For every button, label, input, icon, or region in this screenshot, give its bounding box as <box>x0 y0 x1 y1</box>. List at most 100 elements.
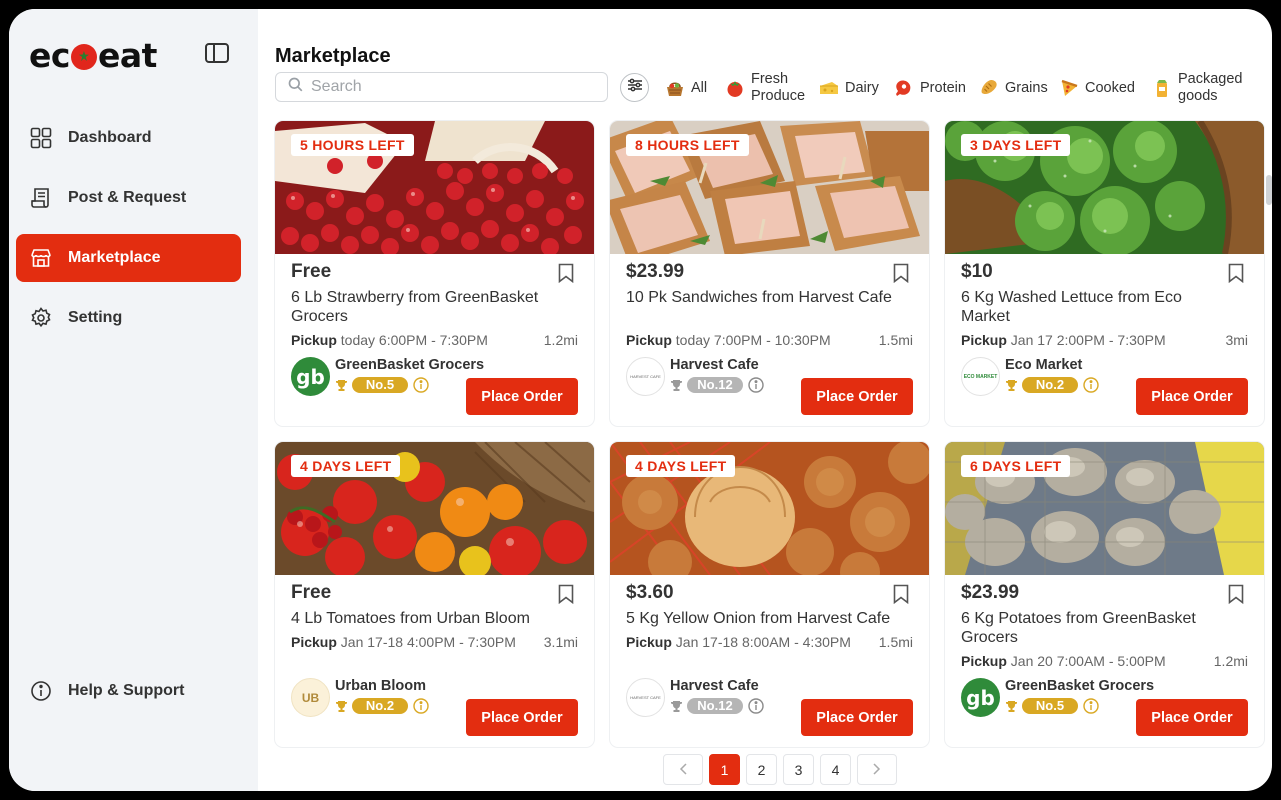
bookmark-icon[interactable] <box>893 263 909 284</box>
meat-icon <box>894 78 914 98</box>
trophy-icon <box>335 700 348 713</box>
pagination: 1 2 3 4 <box>663 754 903 785</box>
info-icon[interactable] <box>748 377 764 393</box>
distance: 1.2mi <box>1213 653 1248 669</box>
info-icon[interactable] <box>1083 698 1099 714</box>
time-left-badge: 6 DAYS LEFT <box>961 455 1071 477</box>
listing-title[interactable]: 5 Kg Yellow Onion from Harvest Cafe <box>626 609 916 628</box>
pickup-info: Pickup today 7:00PM - 10:30PM <box>626 332 831 348</box>
sidebar-item-help-support[interactable]: Help & Support <box>16 667 241 715</box>
rank-badge: No.5 <box>352 377 408 393</box>
place-order-button[interactable]: Place Order <box>466 378 578 415</box>
sidebar-item-label: Setting <box>68 309 123 326</box>
category-label: Packaged goods <box>1178 71 1243 104</box>
info-icon[interactable] <box>748 698 764 714</box>
pizza-icon <box>1059 78 1079 98</box>
listing-card[interactable]: 6 DAYS LEFT $23.99 6 Kg Potatoes from Gr… <box>945 442 1264 747</box>
device-frame: ec eat Dashboard Post & Request Marketpla… <box>0 0 1281 800</box>
sidebar-item-post-request[interactable]: Post & Request <box>16 174 241 222</box>
time-left-badge: 5 HOURS LEFT <box>291 134 414 156</box>
search-box[interactable] <box>275 72 608 102</box>
listing-title[interactable]: 4 Lb Tomatoes from Urban Bloom <box>291 609 581 628</box>
category-fresh-produce[interactable]: Fresh Produce <box>725 71 811 105</box>
bookmark-icon[interactable] <box>558 263 574 284</box>
sidebar-item-label: Post & Request <box>68 189 187 206</box>
category-label: Protein <box>920 79 966 96</box>
page-button[interactable]: 1 <box>709 754 740 785</box>
bookmark-icon[interactable] <box>1228 263 1244 284</box>
bookmark-icon[interactable] <box>558 584 574 605</box>
place-order-button[interactable]: Place Order <box>1136 699 1248 736</box>
listing-title[interactable]: 6 Lb Strawberry from GreenBasket Grocers <box>291 288 581 326</box>
category-all[interactable]: All <box>665 71 707 105</box>
category-label: Cooked <box>1085 79 1135 96</box>
listing-card[interactable]: 5 HOURS LEFT Free 6 Lb Strawberry from G… <box>275 121 594 426</box>
bookmark-icon[interactable] <box>1228 584 1244 605</box>
seller-rank: No.5 <box>1005 698 1099 714</box>
pickup-time: Jan 17-18 4:00PM - 7:30PM <box>340 634 516 650</box>
info-icon <box>30 680 52 702</box>
seller-name[interactable]: Eco Market <box>1005 357 1082 373</box>
category-grains[interactable]: Grains <box>979 71 1048 105</box>
ecoeat-logo[interactable]: ec eat <box>29 35 157 75</box>
filter-button[interactable] <box>620 73 649 102</box>
sidebar-item-dashboard[interactable]: Dashboard <box>16 114 241 162</box>
seller-logo-greenbasket[interactable]: gb <box>291 357 330 396</box>
scrollbar-thumb[interactable] <box>1266 175 1272 205</box>
sidebar-toggle-icon[interactable] <box>205 43 229 63</box>
seller-logo-greenbasket[interactable]: gb <box>961 678 1000 717</box>
next-page-button[interactable] <box>857 754 897 785</box>
sidebar-item-marketplace[interactable]: Marketplace <box>16 234 241 282</box>
page-button[interactable]: 3 <box>783 754 814 785</box>
search-input[interactable] <box>311 78 591 96</box>
listing-price: $23.99 <box>961 582 1020 603</box>
category-packaged-goods[interactable]: Packaged goods <box>1152 71 1250 105</box>
pickup-time: Jan 17-18 8:00AM - 4:30PM <box>675 634 851 650</box>
gear-icon <box>30 307 52 329</box>
seller-logo-harvest[interactable]: HARVEST CAFE <box>626 678 665 717</box>
listing-card[interactable]: 3 DAYS LEFT $10 6 Kg Washed Lettuce from… <box>945 121 1264 426</box>
package-icon <box>1152 78 1172 98</box>
store-icon <box>30 247 52 269</box>
place-order-button[interactable]: Place Order <box>466 699 578 736</box>
seller-rank: No.12 <box>670 377 764 393</box>
listing-title[interactable]: 6 Kg Potatoes from GreenBasket Grocers <box>961 609 1251 647</box>
app-screen: ec eat Dashboard Post & Request Marketpla… <box>9 9 1272 791</box>
seller-logo-eco-market[interactable]: ECO MARKET <box>961 357 1000 396</box>
place-order-button[interactable]: Place Order <box>801 378 913 415</box>
info-icon[interactable] <box>413 377 429 393</box>
category-protein[interactable]: Protein <box>894 71 966 105</box>
listing-price: $10 <box>961 261 993 282</box>
seller-logo-harvest[interactable]: HARVEST CAFE <box>626 357 665 396</box>
category-dairy[interactable]: Dairy <box>819 71 879 105</box>
listing-card[interactable]: 8 HOURS LEFT $23.99 10 Pk Sandwiches fro… <box>610 121 929 426</box>
sidebar-item-setting[interactable]: Setting <box>16 294 241 342</box>
seller-name[interactable]: GreenBasket Grocers <box>335 357 484 373</box>
prev-page-button[interactable] <box>663 754 703 785</box>
pickup-time: today 7:00PM - 10:30PM <box>675 332 831 348</box>
seller-logo-urban-bloom[interactable]: UB <box>291 678 330 717</box>
place-order-button[interactable]: Place Order <box>1136 378 1248 415</box>
place-order-button[interactable]: Place Order <box>801 699 913 736</box>
grid-icon <box>30 127 52 149</box>
cheese-icon <box>819 78 839 98</box>
seller-name[interactable]: GreenBasket Grocers <box>1005 678 1154 694</box>
listing-title[interactable]: 10 Pk Sandwiches from Harvest Cafe <box>626 288 916 307</box>
seller-name[interactable]: Urban Bloom <box>335 678 426 694</box>
chevron-left-icon <box>679 762 687 778</box>
seller-name[interactable]: Harvest Cafe <box>670 357 759 373</box>
page-button[interactable]: 4 <box>820 754 851 785</box>
category-cooked[interactable]: Cooked <box>1059 71 1135 105</box>
listing-title[interactable]: 6 Kg Washed Lettuce from Eco Market <box>961 288 1191 326</box>
category-label: Fresh Produce <box>751 71 806 104</box>
seller-name[interactable]: Harvest Cafe <box>670 678 759 694</box>
page-button[interactable]: 2 <box>746 754 777 785</box>
bookmark-icon[interactable] <box>893 584 909 605</box>
info-icon[interactable] <box>1083 377 1099 393</box>
info-icon[interactable] <box>413 698 429 714</box>
listing-card[interactable]: 4 DAYS LEFT Free 4 Lb Tomatoes from Urba… <box>275 442 594 747</box>
distance: 3mi <box>1225 332 1248 348</box>
pickup-time: today 6:00PM - 7:30PM <box>340 332 488 348</box>
listing-card[interactable]: 4 DAYS LEFT $3.60 5 Kg Yellow Onion from… <box>610 442 929 747</box>
pickup-label: Pickup <box>291 332 337 348</box>
